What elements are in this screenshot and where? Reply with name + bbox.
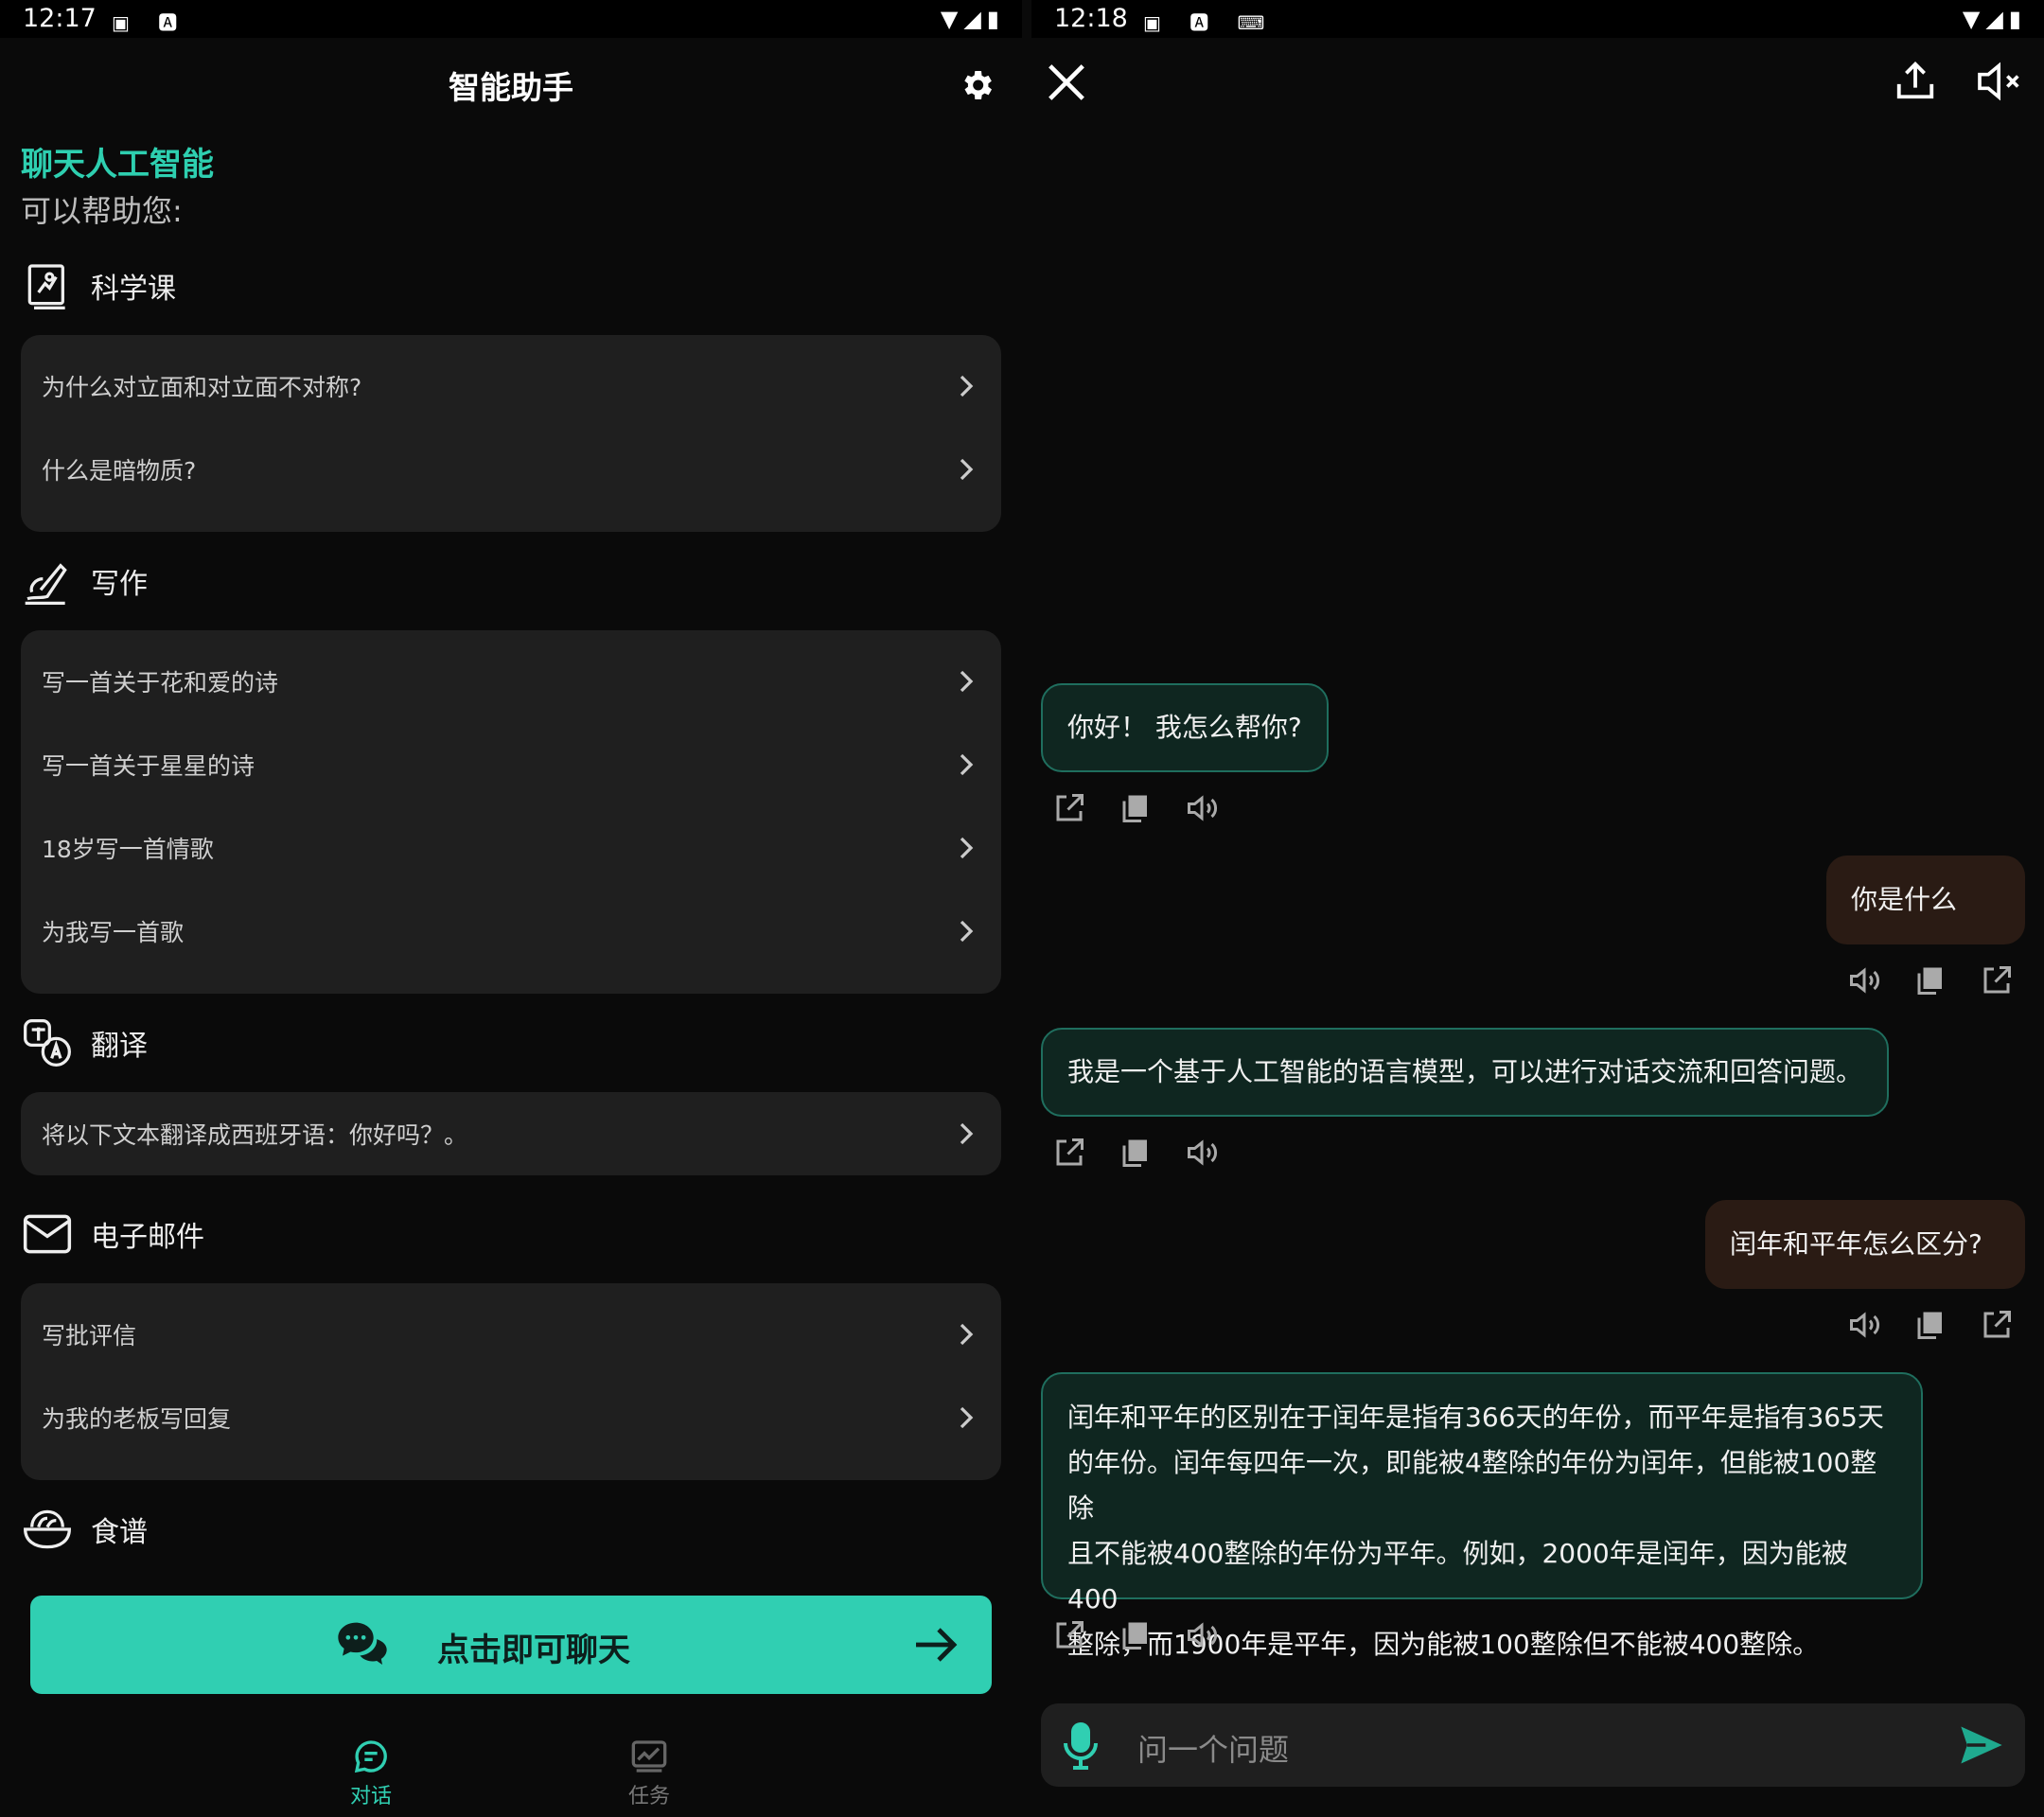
open-external-icon[interactable] (1052, 1136, 1086, 1170)
chat-input-bar: 问一个问题 (1041, 1703, 2025, 1787)
category-label: 食谱 (91, 1516, 148, 1549)
status-time: 12:18 (1054, 4, 1128, 33)
suggestion-item[interactable]: 为什么对立面和对立面不对称? (21, 344, 1001, 428)
suggestion-card: 为什么对立面和对立面不对称? 什么是暗物质? (21, 335, 1001, 532)
suggestion-item[interactable]: 什么是暗物质? (21, 428, 1001, 511)
close-icon[interactable] (1045, 61, 1088, 104)
bot-message: 你好！ 我怎么帮你? (1041, 683, 1329, 772)
chat-tab-icon (354, 1740, 387, 1773)
bot-message: 闰年和平年的区别在于闰年是指有366天的年份，而平年是指有365天 的年份。闰年… (1041, 1372, 1923, 1660)
chevron-right-icon (960, 920, 974, 943)
message-actions (1847, 963, 2014, 997)
share-icon[interactable] (1893, 59, 1938, 102)
signal-battery-icons: ▼◢▮ (1962, 6, 2027, 32)
speaker-icon[interactable] (1185, 1136, 1219, 1170)
message-line: 且不能被400整除的年份为平年。例如，2000年是闰年，因为能被400 (1067, 1538, 1848, 1614)
chevron-right-icon (960, 375, 974, 397)
send-icon[interactable] (1957, 1720, 2006, 1770)
chat-screen: 12:18 ▣ 🅰 ⌨ ▼◢▮ 你好！ 我怎么帮你? 你是什么 我是一个基于人工… (1031, 0, 2044, 1817)
suggestion-item[interactable]: 为我的老板写回复 (21, 1376, 1001, 1459)
chevron-right-icon (960, 458, 974, 481)
chevron-right-icon (960, 837, 974, 859)
suggestion-item[interactable]: 将以下文本翻译成西班牙语：你好吗？。 (21, 1092, 1001, 1175)
category-science: 科学课 (21, 257, 176, 314)
suggestion-item[interactable]: 为我写一首歌 (21, 890, 1001, 973)
speaker-icon[interactable] (1847, 1308, 1881, 1342)
category-label: 写作 (91, 568, 148, 601)
suggestion-card: 写一首关于花和爱的诗 写一首关于星星的诗 18岁写一首情歌 为我写一首歌 (21, 630, 1001, 994)
intro-subtitle: 可以帮助您: (21, 193, 183, 229)
tab-label: 任务 (627, 1785, 670, 1808)
suggestion-card: 将以下文本翻译成西班牙语：你好吗？。 (21, 1092, 1001, 1175)
tab-chat[interactable]: 对话 (324, 1738, 418, 1809)
open-external-icon[interactable] (1052, 791, 1086, 825)
page-title: 智能助手 (449, 69, 573, 106)
translate-icon (24, 1019, 71, 1067)
home-screen: 12:17 ▣ 🅰 ▼◢▮ 智能助手 聊天人工智能 可以帮助您: 科学课 为什么… (0, 0, 1022, 1817)
status-time: 12:17 (23, 4, 97, 33)
question-input[interactable]: 问一个问题 (1137, 1726, 1289, 1770)
category-email: 电子邮件 (21, 1206, 204, 1262)
email-icon (23, 1214, 72, 1254)
chevron-right-icon (960, 1122, 974, 1145)
copy-icon[interactable] (1913, 963, 1947, 997)
recipe-bowl-icon (24, 1509, 71, 1549)
copy-icon[interactable] (1119, 1136, 1153, 1170)
open-external-icon[interactable] (1052, 1618, 1086, 1652)
message-line: 闰年和平年的区别在于闰年是指有366天的年份，而平年是指有365天 (1067, 1402, 1884, 1433)
message-line: 的年份。闰年每四年一次，即能被4整除的年份为闰年，但能被100整除 (1067, 1447, 1877, 1524)
speaker-icon[interactable] (1185, 791, 1219, 825)
writing-hand-icon (25, 563, 67, 605)
speaker-icon[interactable] (1185, 1618, 1219, 1652)
copy-icon[interactable] (1913, 1308, 1947, 1342)
speaker-mute-icon[interactable] (1976, 61, 2025, 102)
chevron-right-icon (960, 670, 974, 693)
suggestion-item[interactable]: 写批评信 (21, 1293, 1001, 1376)
category-recipe: 食谱 (21, 1501, 148, 1558)
message-actions (1052, 1618, 1219, 1652)
status-bar: 12:18 ▣ 🅰 ⌨ ▼◢▮ (1031, 0, 2044, 38)
intro-title: 聊天人工智能 (21, 146, 214, 184)
user-message: 闰年和平年怎么区分? (1705, 1200, 2025, 1289)
chevron-right-icon (960, 1406, 974, 1429)
arrow-right-icon (916, 1628, 958, 1662)
signal-battery-icons: ▼◢▮ (940, 6, 1005, 32)
category-label: 科学课 (91, 273, 176, 306)
notification-icons: ▣ 🅰 (112, 11, 189, 34)
science-book-icon (27, 264, 65, 309)
microphone-icon[interactable] (1062, 1720, 1100, 1770)
suggestion-item[interactable]: 18岁写一首情歌 (21, 806, 1001, 890)
suggestion-card: 写批评信 为我的老板写回复 (21, 1283, 1001, 1480)
copy-icon[interactable] (1119, 1618, 1153, 1652)
chart-tab-icon (631, 1740, 667, 1773)
message-actions (1052, 791, 1219, 825)
open-external-icon[interactable] (1980, 963, 2014, 997)
chevron-right-icon (960, 753, 974, 776)
gear-icon[interactable] (958, 66, 996, 104)
speaker-icon[interactable] (1847, 963, 1881, 997)
category-label: 电子邮件 (91, 1221, 204, 1254)
notification-icons: ▣ 🅰 ⌨ (1143, 11, 1277, 34)
suggestion-item[interactable]: 写一首关于花和爱的诗 (21, 640, 1001, 723)
category-translate: 翻译 (21, 1014, 148, 1071)
category-label: 翻译 (91, 1030, 148, 1063)
start-chat-label: 点击即可聊天 (437, 1632, 630, 1669)
chevron-right-icon (960, 1323, 974, 1346)
suggestion-item[interactable]: 写一首关于星星的诗 (21, 723, 1001, 806)
copy-icon[interactable] (1119, 791, 1153, 825)
message-actions (1847, 1308, 2014, 1342)
category-writing: 写作 (21, 553, 148, 609)
status-bar: 12:17 ▣ 🅰 ▼◢▮ (0, 0, 1022, 38)
message-actions (1052, 1136, 1219, 1170)
start-chat-button[interactable]: 点击即可聊天 (30, 1596, 992, 1694)
tab-tasks[interactable]: 任务 (602, 1738, 696, 1809)
bot-message: 我是一个基于人工智能的语言模型，可以进行对话交流和回答问题。 (1041, 1028, 1889, 1117)
open-external-icon[interactable] (1980, 1308, 2014, 1342)
chat-bubbles-icon (338, 1622, 387, 1665)
user-message: 你是什么 (1826, 856, 2025, 944)
tab-label: 对话 (349, 1785, 392, 1808)
